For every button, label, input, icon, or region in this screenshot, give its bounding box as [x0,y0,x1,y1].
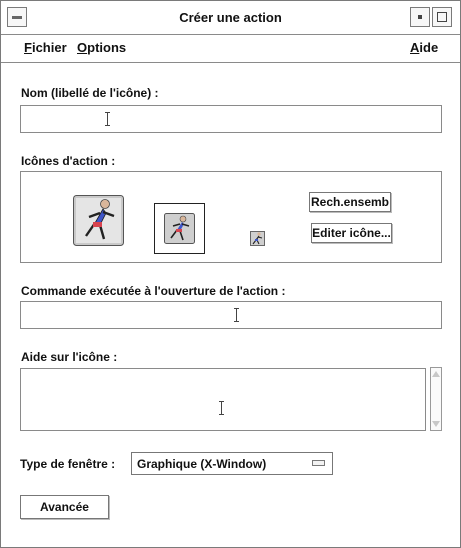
selected-medium-icon-frame[interactable] [154,203,205,254]
command-label: Commande exécutée à l'ouverture de l'act… [21,284,286,298]
large-action-icon[interactable] [73,195,124,246]
minimize-button[interactable] [410,7,430,27]
edit-icon-button[interactable]: Editer icône... [311,223,392,243]
menu-bar: Fichier Options Aide [1,35,460,63]
menu-fichier-mnemonic: F [24,40,32,55]
name-label: Nom (libellé de l'icône) : [21,86,159,100]
text-cursor-icon [219,401,224,415]
title-bar: Créer une action [1,1,460,35]
advanced-button[interactable]: Avancée [20,495,109,519]
window-type-select[interactable]: Graphique (X-Window) [131,452,333,475]
menu-options-mnemonic: O [77,40,88,55]
menu-options-label: ptions [87,40,127,55]
name-field[interactable] [20,105,442,133]
menu-options[interactable]: Options [77,40,126,55]
help-scrollbar[interactable] [430,367,442,431]
find-set-button[interactable]: Rech.ensemb [309,192,391,212]
menu-aide-mnemonic: A [410,40,420,55]
action-icons-label: Icônes d'action : [21,154,116,168]
window-title: Créer une action [179,10,282,25]
command-field[interactable] [20,301,442,329]
scroll-down-arrow-icon[interactable] [432,421,440,427]
text-cursor-icon [105,112,110,126]
action-icons-box: Rech.ensemb Editer icône... [20,171,442,263]
help-textarea[interactable] [20,368,426,431]
window-type-value: Graphique (X-Window) [137,457,267,471]
create-action-window: Créer une action Fichier Options Aide No… [0,0,461,548]
medium-action-icon [164,213,195,244]
menu-fichier-label: ichier [31,40,67,55]
text-cursor-icon [234,308,239,322]
menu-aide-label: ide [419,40,439,55]
small-action-icon[interactable] [250,231,265,246]
menu-fichier[interactable]: Fichier [24,40,67,55]
option-menu-icon [312,460,325,466]
maximize-button[interactable] [432,7,452,27]
menu-aide[interactable]: Aide [410,40,438,55]
help-label: Aide sur l'icône : [21,350,118,364]
scroll-up-arrow-icon[interactable] [432,371,440,377]
minimize-icon [418,15,422,19]
window-type-label: Type de fenêtre : [20,457,116,471]
maximize-icon [437,12,447,22]
